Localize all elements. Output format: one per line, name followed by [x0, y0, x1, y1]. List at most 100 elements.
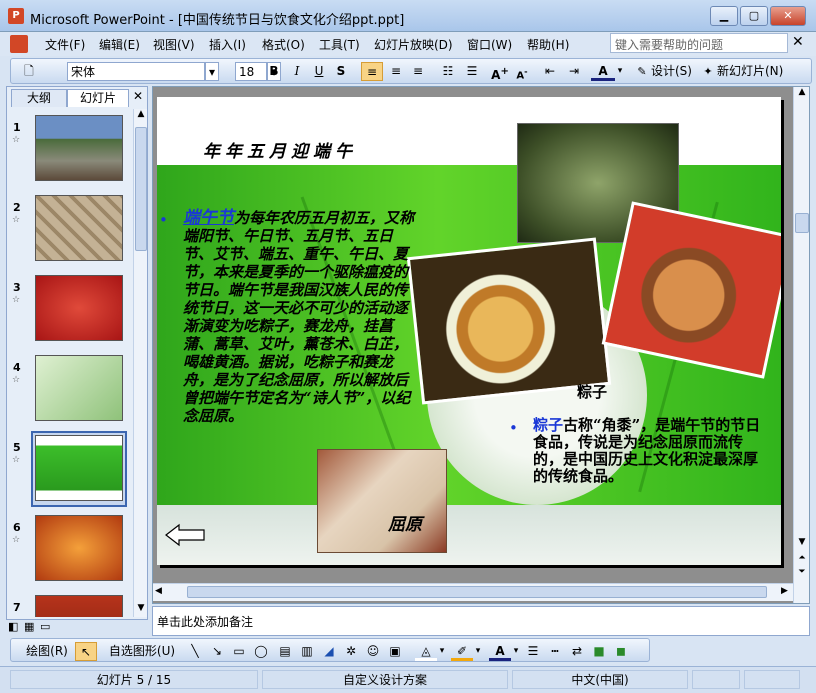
zongzi-egg-photo[interactable] [406, 237, 612, 405]
menu-format[interactable]: 格式(O) [262, 36, 305, 53]
font-color-icon[interactable]: A [489, 642, 511, 661]
picture-icon[interactable]: ▣ [385, 642, 405, 661]
menu-help[interactable]: 帮助(H) [527, 36, 569, 53]
scroll-right-icon[interactable]: ▶ [781, 586, 788, 596]
shadow-button[interactable]: S [331, 62, 351, 81]
help-search-input[interactable]: 键入需要帮助的问题 [610, 33, 788, 53]
tab-outline[interactable]: 大纲 [11, 89, 67, 107]
size-select[interactable]: 18 [235, 62, 267, 81]
panel-scrollbar[interactable]: ▲ ▼ [133, 109, 147, 617]
vertical-textbox-icon[interactable]: ▥ [297, 642, 317, 661]
arrow-style-icon[interactable]: ⇄ [567, 642, 587, 661]
menu-view[interactable]: 视图(V) [153, 36, 195, 53]
scroll-left-icon[interactable]: ◀ [155, 586, 162, 596]
arrow-tool-icon[interactable]: ↘ [207, 642, 227, 661]
close-button[interactable]: ✕ [770, 6, 806, 26]
diagram-icon[interactable]: ✲ [341, 642, 361, 661]
slide-thumbnail[interactable] [35, 595, 123, 617]
draw-menu-button[interactable]: 绘图(R) [19, 642, 75, 661]
fill-color-icon[interactable]: ◬ [415, 642, 437, 661]
3d-style-icon[interactable]: ◼ [611, 642, 631, 661]
decrease-indent-icon[interactable]: ⇤ [539, 62, 561, 81]
rectangle-tool-icon[interactable]: ▭ [229, 642, 249, 661]
slide-thumbnail[interactable] [35, 275, 123, 341]
menu-insert[interactable]: 插入(I) [209, 36, 246, 53]
bullets-icon[interactable]: ☰ [461, 62, 483, 81]
menu-tools[interactable]: 工具(T) [319, 36, 360, 53]
design-icon: ✎ [637, 65, 647, 78]
scroll-thumb[interactable] [187, 586, 767, 598]
font-color-dropdown-icon[interactable]: ▾ [615, 62, 625, 81]
vertical-scrollbar[interactable]: ▲ ▼ ⏶ ⏷ [793, 87, 809, 603]
fill-dropdown-icon[interactable]: ▾ [437, 642, 447, 661]
term-zongzi: 粽子 [533, 416, 564, 434]
decrease-font-icon[interactable]: A- [511, 62, 533, 81]
slide-thumbnail[interactable] [35, 435, 123, 501]
previous-slide-icon[interactable]: ⏶ [795, 553, 809, 567]
doc-icon[interactable] [10, 35, 28, 53]
wordart-icon[interactable]: ◢ [319, 642, 339, 661]
line-tool-icon[interactable]: ╲ [185, 642, 205, 661]
scroll-thumb[interactable] [795, 213, 809, 233]
slide-bottom-band [157, 505, 781, 565]
font-dropdown-icon[interactable]: ▾ [511, 642, 521, 661]
shadow-style-icon[interactable]: ■ [589, 642, 609, 661]
align-center-icon[interactable]: ≡ [385, 62, 407, 81]
maximize-button[interactable]: ▢ [740, 6, 768, 26]
menu-slideshow[interactable]: 幻灯片放映(D) [374, 36, 453, 53]
clipart-icon[interactable]: ☺ [363, 642, 383, 661]
dash-style-icon[interactable]: ┅ [545, 642, 565, 661]
slide-thumbnail[interactable] [35, 195, 123, 261]
scroll-down-icon[interactable]: ▼ [795, 537, 809, 551]
menu-edit[interactable]: 编辑(E) [99, 36, 140, 53]
slide-thumbnail[interactable] [35, 115, 123, 181]
numbering-icon[interactable]: ☷ [437, 62, 459, 81]
menu-window[interactable]: 窗口(W) [467, 36, 512, 53]
bold-button[interactable]: B [264, 62, 284, 81]
select-pointer-icon[interactable]: ↖ [75, 642, 97, 661]
new-slide-button[interactable]: 新幻灯片(N) [717, 62, 795, 81]
line-style-icon[interactable]: ☰ [523, 642, 543, 661]
minimize-button[interactable]: ▁ [710, 6, 738, 26]
oval-tool-icon[interactable]: ◯ [251, 642, 271, 661]
menu-file[interactable]: 文件(F) [45, 36, 85, 53]
close-panel-icon[interactable]: ✕ [133, 89, 143, 103]
font-dropdown-icon[interactable]: ▾ [205, 62, 219, 81]
sorter-view-icon[interactable]: ▦ [24, 620, 34, 633]
italic-button[interactable]: I [287, 62, 307, 81]
close-doc-icon[interactable]: ✕ [792, 34, 804, 50]
normal-view-icon[interactable]: ◧ [8, 620, 18, 633]
horizontal-scrollbar[interactable]: ◀ ▶ [153, 583, 793, 601]
increase-indent-icon[interactable]: ⇥ [563, 62, 585, 81]
slideshow-view-icon[interactable]: ▭ [40, 620, 50, 633]
quyuan-painting[interactable]: 屈原 [317, 449, 447, 553]
bullet-paragraph-1[interactable]: 端午节为每年农历五月初五，又称端阳节、午日节、五月节、五日节、艾节、端五、重午、… [183, 209, 417, 425]
line-color-icon[interactable]: ✐ [451, 642, 473, 661]
scroll-down-icon[interactable]: ▼ [135, 603, 147, 617]
slide-thumbnail[interactable] [35, 515, 123, 581]
align-right-icon[interactable]: ≡ [407, 62, 429, 81]
new-doc-icon[interactable]: 🗋 [19, 62, 39, 81]
align-left-icon[interactable]: ≡ [361, 62, 383, 81]
textbox-tool-icon[interactable]: ▤ [275, 642, 295, 661]
slide-canvas[interactable]: 年年五月迎端午 粽子 • 端午节为每年农历五月初五，又称端阳节、午日节、五月节、… [157, 97, 781, 565]
tab-slides[interactable]: 幻灯片 [67, 89, 129, 107]
font-select[interactable]: 宋体 [67, 62, 205, 81]
bullet-paragraph-2[interactable]: 粽子古称“角黍”，是端午节的节日食品，传说是为纪念屈原而流传的，是中国历史上文化… [533, 417, 765, 485]
autoshapes-button[interactable]: 自选图形(U) [103, 642, 181, 661]
underline-button[interactable]: U [309, 62, 329, 81]
increase-font-icon[interactable]: A+ [489, 62, 511, 82]
term-duanwu: 端午节 [183, 208, 234, 228]
back-arrow-icon[interactable] [165, 523, 205, 547]
design-button[interactable]: 设计(S) [651, 62, 707, 81]
scroll-up-icon[interactable]: ▲ [795, 87, 809, 101]
scroll-up-icon[interactable]: ▲ [135, 109, 147, 123]
line-dropdown-icon[interactable]: ▾ [473, 642, 483, 661]
notes-pane[interactable]: 单击此处添加备注 [152, 606, 810, 636]
language-indicator: 中文(中国) [512, 670, 688, 689]
next-slide-icon[interactable]: ⏷ [795, 567, 809, 581]
slides-panel: 大纲 幻灯片 ✕ 1 ☆ 2 ☆ 3 ☆ 4 ☆ 5 ☆ 6 ☆ 7 ▲ ▼ [6, 86, 148, 620]
font-color-icon[interactable]: A [591, 62, 615, 81]
slide-thumbnail[interactable] [35, 355, 123, 421]
scroll-thumb[interactable] [135, 127, 147, 251]
